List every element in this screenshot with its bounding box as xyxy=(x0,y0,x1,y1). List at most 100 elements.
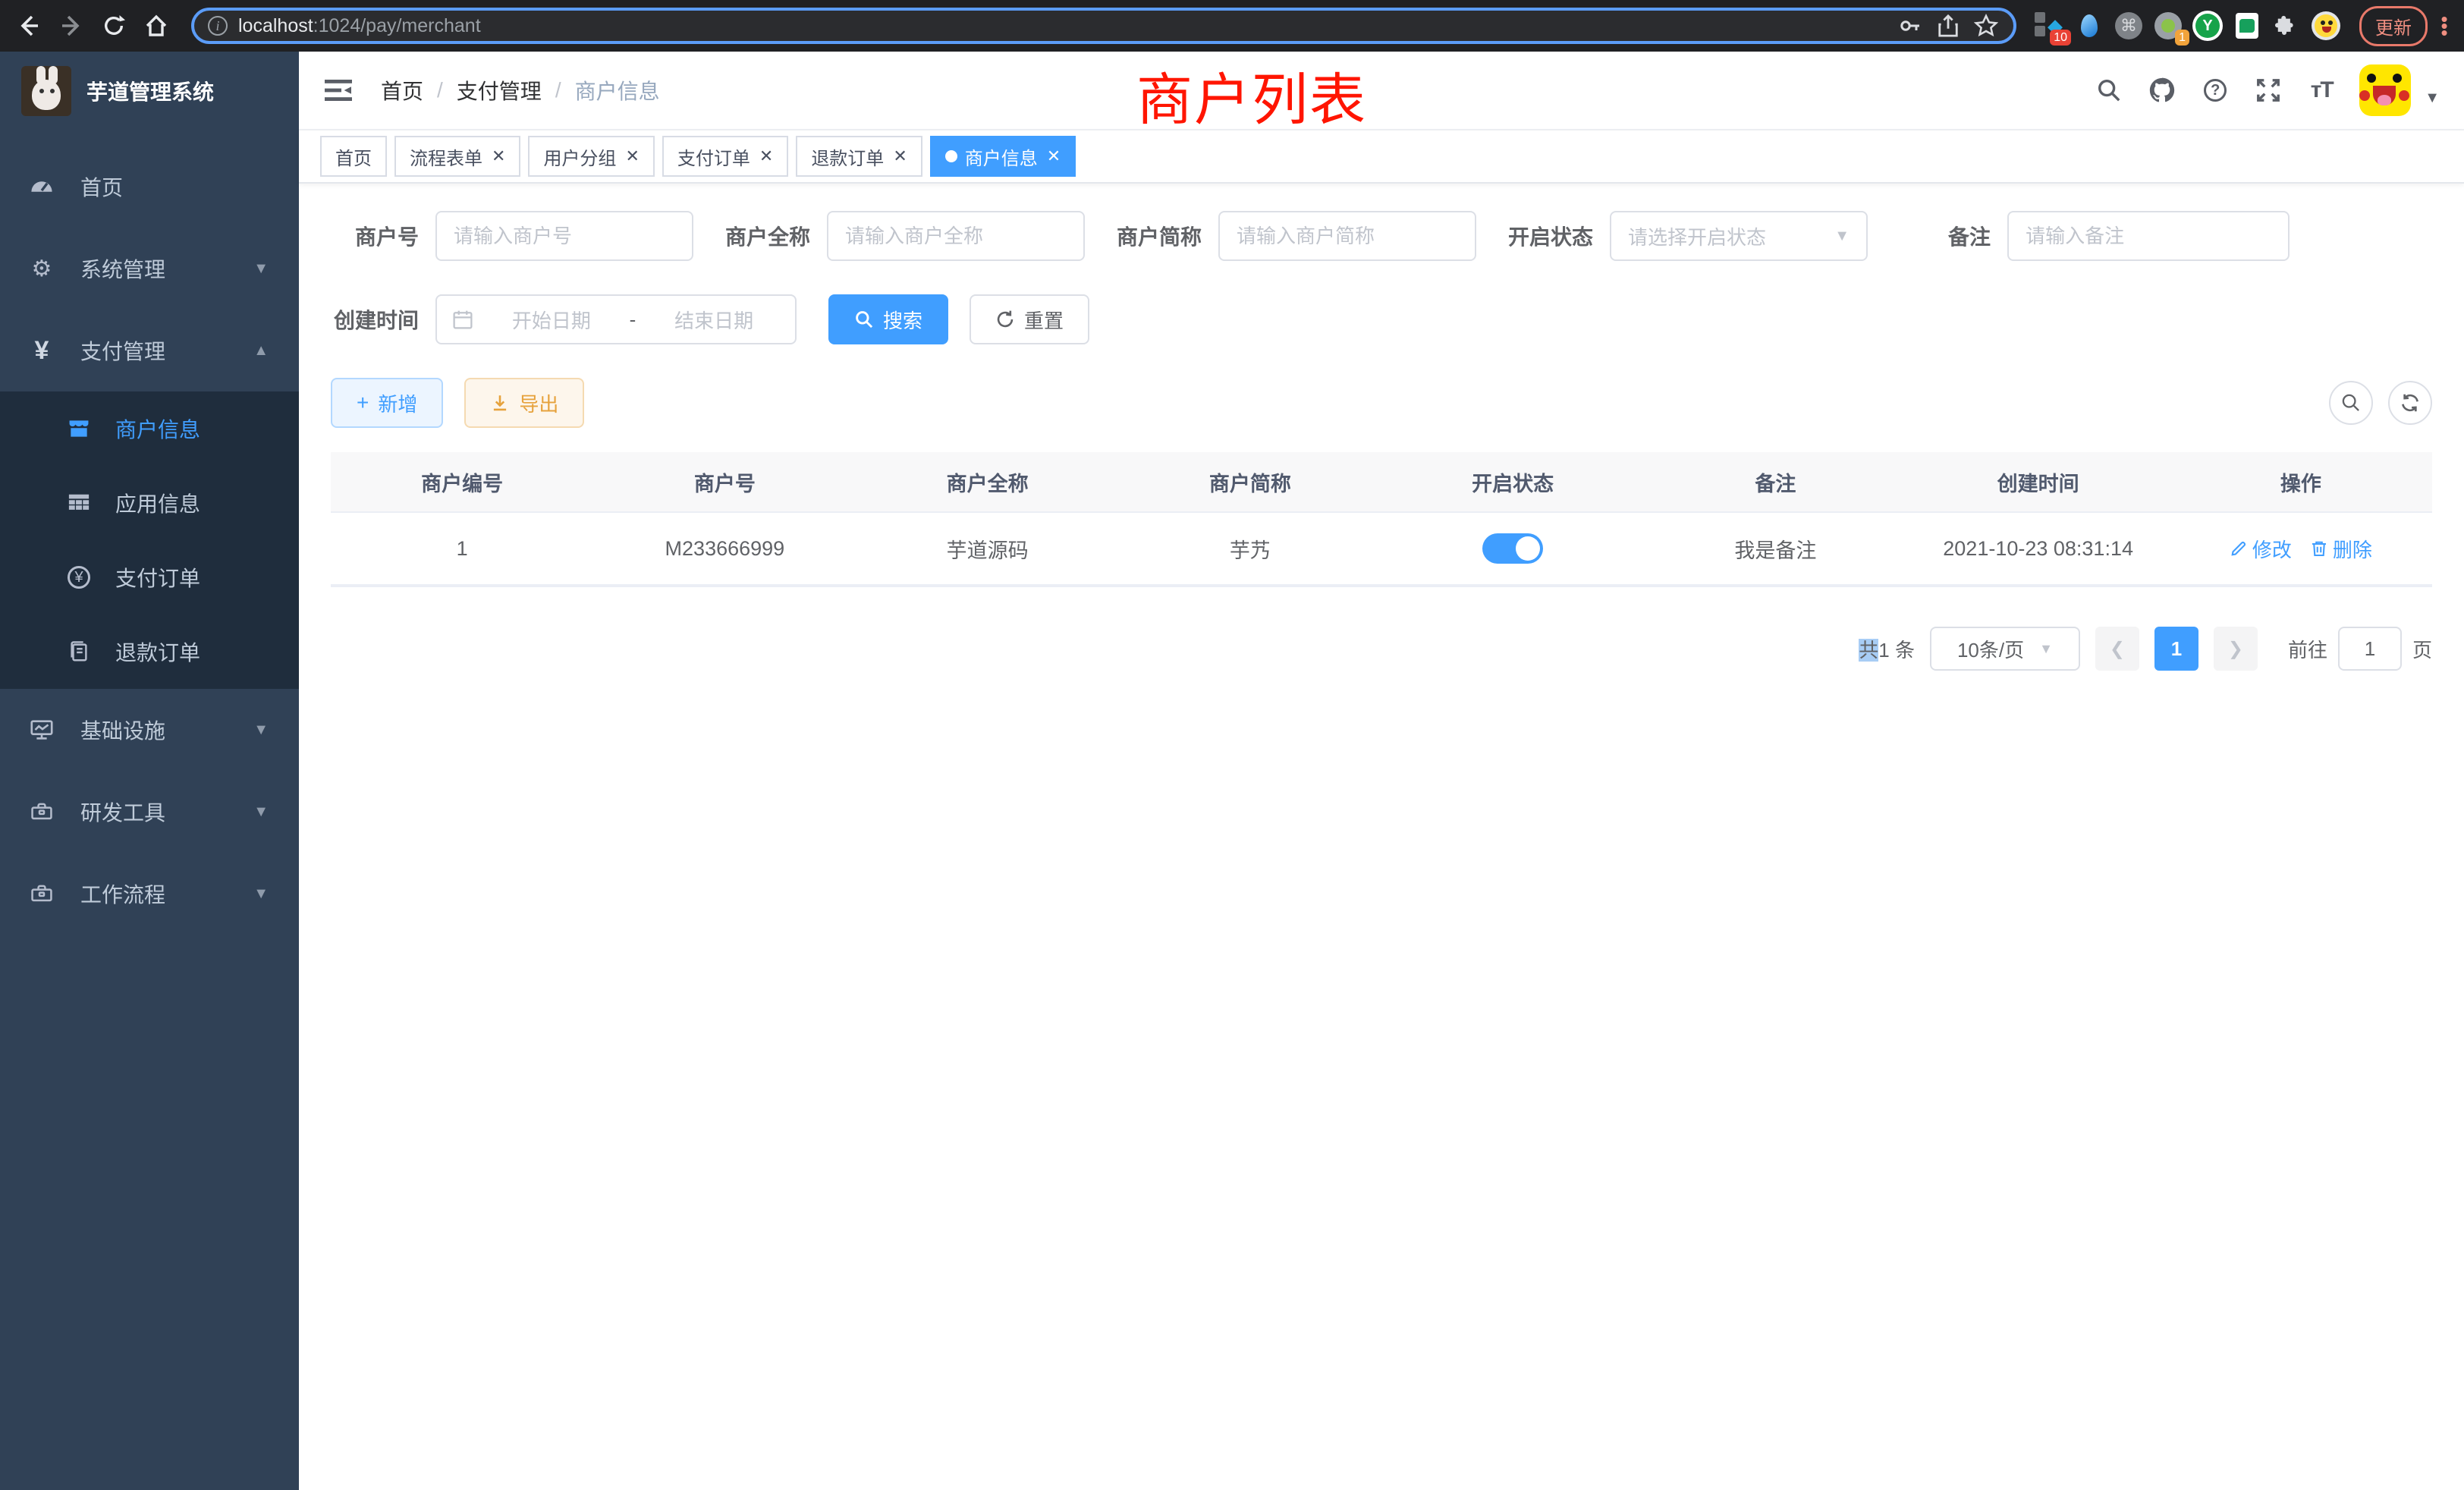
page-1-button[interactable]: 1 xyxy=(2154,627,2198,671)
edit-link[interactable]: 修改 xyxy=(2230,535,2292,563)
extension-command-icon[interactable]: ⌘ xyxy=(2114,11,2144,41)
back-icon[interactable] xyxy=(12,9,46,42)
merchant-no-label: 商户号 xyxy=(331,221,419,251)
status-select[interactable]: 请选择开启状态 ▼ xyxy=(1610,211,1868,261)
col-status: 开启状态 xyxy=(1381,452,1644,511)
extension-recorder-icon[interactable]: 1 xyxy=(2153,11,2183,41)
sidebar-item-refund-order[interactable]: 退款订单 xyxy=(0,615,299,689)
status-toggle[interactable] xyxy=(1482,533,1543,564)
tab-refund-order[interactable]: 退款订单✕ xyxy=(796,136,922,177)
gear-icon: ⚙ xyxy=(29,256,55,281)
close-icon[interactable]: ✕ xyxy=(759,146,773,166)
tab-merchant-info[interactable]: 商户信息✕ xyxy=(930,136,1076,177)
extension-tampermonkey-icon[interactable]: ◆ 10 xyxy=(2035,11,2065,41)
avatar-caret-icon[interactable]: ▼ xyxy=(2425,90,2440,107)
github-icon[interactable] xyxy=(2147,75,2177,105)
extension-emoji-icon[interactable] xyxy=(2311,11,2341,41)
page-size-select[interactable]: 10条/页 ▼ xyxy=(1930,627,2080,671)
merchant-table: 商户编号 商户号 商户全称 商户简称 开启状态 备注 创建时间 操作 1 xyxy=(331,452,2432,587)
sidebar-item-dev-tools[interactable]: 研发工具 ▼ xyxy=(0,771,299,853)
delete-link[interactable]: 删除 xyxy=(2310,535,2372,563)
download-icon xyxy=(490,393,510,413)
help-icon[interactable]: ? xyxy=(2200,75,2230,105)
close-icon[interactable]: ✕ xyxy=(1047,146,1061,166)
reset-button[interactable]: 重置 xyxy=(970,294,1089,344)
sidebar-item-infrastructure[interactable]: 基础设施 ▼ xyxy=(0,689,299,771)
sidebar-item-pay-order[interactable]: ¥ 支付订单 xyxy=(0,540,299,615)
logo-rabbit-image xyxy=(21,66,71,116)
extension-chat-icon[interactable] xyxy=(2232,11,2262,41)
tab-process-form[interactable]: 流程表单✕ xyxy=(394,136,520,177)
close-icon[interactable]: ✕ xyxy=(492,146,505,166)
sidebar-collapse-icon[interactable] xyxy=(323,75,354,105)
tab-home[interactable]: 首页 xyxy=(320,136,387,177)
breadcrumb-payment[interactable]: 支付管理 xyxy=(457,75,542,105)
search-button[interactable]: 搜索 xyxy=(828,294,948,344)
tab-pay-order[interactable]: 支付订单✕ xyxy=(662,136,788,177)
table-body: 1 M233666999 芋道源码 芋艿 我是备注 2021-10-23 08:… xyxy=(331,513,2432,586)
add-button[interactable]: + 新增 xyxy=(331,378,443,428)
extension-balloon-icon[interactable] xyxy=(2074,11,2104,41)
toolbox-icon xyxy=(29,881,55,907)
forward-icon[interactable] xyxy=(55,9,88,42)
sidebar-item-payment[interactable]: ¥ 支付管理 ▲ xyxy=(0,310,299,391)
filter-row-1: 商户号 商户全称 商户简称 开启状态 请选择开启状态 xyxy=(331,211,2432,261)
col-remark: 备注 xyxy=(1644,452,1906,511)
trash-icon xyxy=(2310,539,2328,558)
documents-icon xyxy=(67,640,91,664)
share-icon[interactable] xyxy=(1934,12,1962,39)
close-icon[interactable]: ✕ xyxy=(893,146,907,166)
bookmark-star-icon[interactable] xyxy=(1972,12,2000,39)
sidebar-item-app-info[interactable]: 应用信息 xyxy=(0,466,299,540)
url-text[interactable]: localhost:1024/pay/merchant xyxy=(238,15,1886,37)
pencil-icon xyxy=(2230,539,2248,558)
user-avatar[interactable] xyxy=(2359,64,2411,116)
next-page-button[interactable]: ❯ xyxy=(2214,627,2258,671)
date-start-placeholder: 开始日期 xyxy=(486,306,618,334)
fullscreen-icon[interactable] xyxy=(2253,75,2283,105)
goto-page-input[interactable] xyxy=(2338,627,2402,671)
short-name-label: 商户简称 xyxy=(1117,221,1202,251)
toolbox-icon xyxy=(29,799,55,825)
refresh-button[interactable] xyxy=(2388,381,2432,425)
remark-input[interactable] xyxy=(2007,211,2290,261)
app-logo[interactable]: 芋道管理系统 xyxy=(0,52,299,130)
browser-menu-icon[interactable]: ••• xyxy=(2437,16,2452,36)
close-icon[interactable]: ✕ xyxy=(625,146,639,166)
home-icon[interactable] xyxy=(140,9,173,42)
sidebar-item-workflow[interactable]: 工作流程 ▼ xyxy=(0,853,299,935)
extensions-puzzle-icon[interactable] xyxy=(2271,11,2302,41)
url-path: :1024/pay/merchant xyxy=(313,15,481,36)
cell-status xyxy=(1381,513,1644,584)
site-info-icon[interactable]: i xyxy=(208,16,228,36)
create-time-range-picker[interactable]: 开始日期 - 结束日期 xyxy=(435,294,797,344)
sidebar-item-merchant-info[interactable]: 商户信息 xyxy=(0,391,299,466)
extension-y-icon[interactable]: Y xyxy=(2192,11,2223,41)
monitor-chart-icon xyxy=(29,717,55,743)
chrome-update-button[interactable]: 更新 xyxy=(2359,6,2428,46)
prev-page-button[interactable]: ❮ xyxy=(2095,627,2139,671)
chevron-down-icon: ▼ xyxy=(253,721,269,739)
breadcrumb-merchant-info: 商户信息 xyxy=(575,75,660,105)
cell-merchant-no: M233666999 xyxy=(593,513,856,584)
password-key-icon[interactable] xyxy=(1897,12,1924,39)
reload-icon[interactable] xyxy=(97,9,130,42)
export-button[interactable]: 导出 xyxy=(464,378,584,428)
sidebar: 芋道管理系统 首页 ⚙ 系统管理 ▼ ¥ 支付管理 ▲ xyxy=(0,52,299,1490)
full-name-input[interactable] xyxy=(827,211,1085,261)
sidebar-item-home[interactable]: 首页 xyxy=(0,146,299,228)
cell-create-time: 2021-10-23 08:31:14 xyxy=(1907,513,2170,584)
top-navbar: 首页 / 支付管理 / 商户信息 ? xyxy=(299,52,2464,130)
merchant-no-input[interactable] xyxy=(435,211,693,261)
short-name-input[interactable] xyxy=(1218,211,1476,261)
tab-user-group[interactable]: 用户分组✕ xyxy=(528,136,654,177)
col-short-name: 商户简称 xyxy=(1119,452,1381,511)
address-bar[interactable]: i localhost:1024/pay/merchant xyxy=(191,8,2016,44)
grid-table-icon xyxy=(67,491,91,515)
sidebar-item-system[interactable]: ⚙ 系统管理 ▼ xyxy=(0,228,299,310)
toggle-search-button[interactable] xyxy=(2329,381,2373,425)
breadcrumb-home[interactable]: 首页 xyxy=(381,75,423,105)
font-size-icon[interactable]: тT xyxy=(2306,75,2337,105)
sidebar-menu: 首页 ⚙ 系统管理 ▼ ¥ 支付管理 ▲ 商 xyxy=(0,130,299,1490)
header-search-icon[interactable] xyxy=(2094,75,2124,105)
